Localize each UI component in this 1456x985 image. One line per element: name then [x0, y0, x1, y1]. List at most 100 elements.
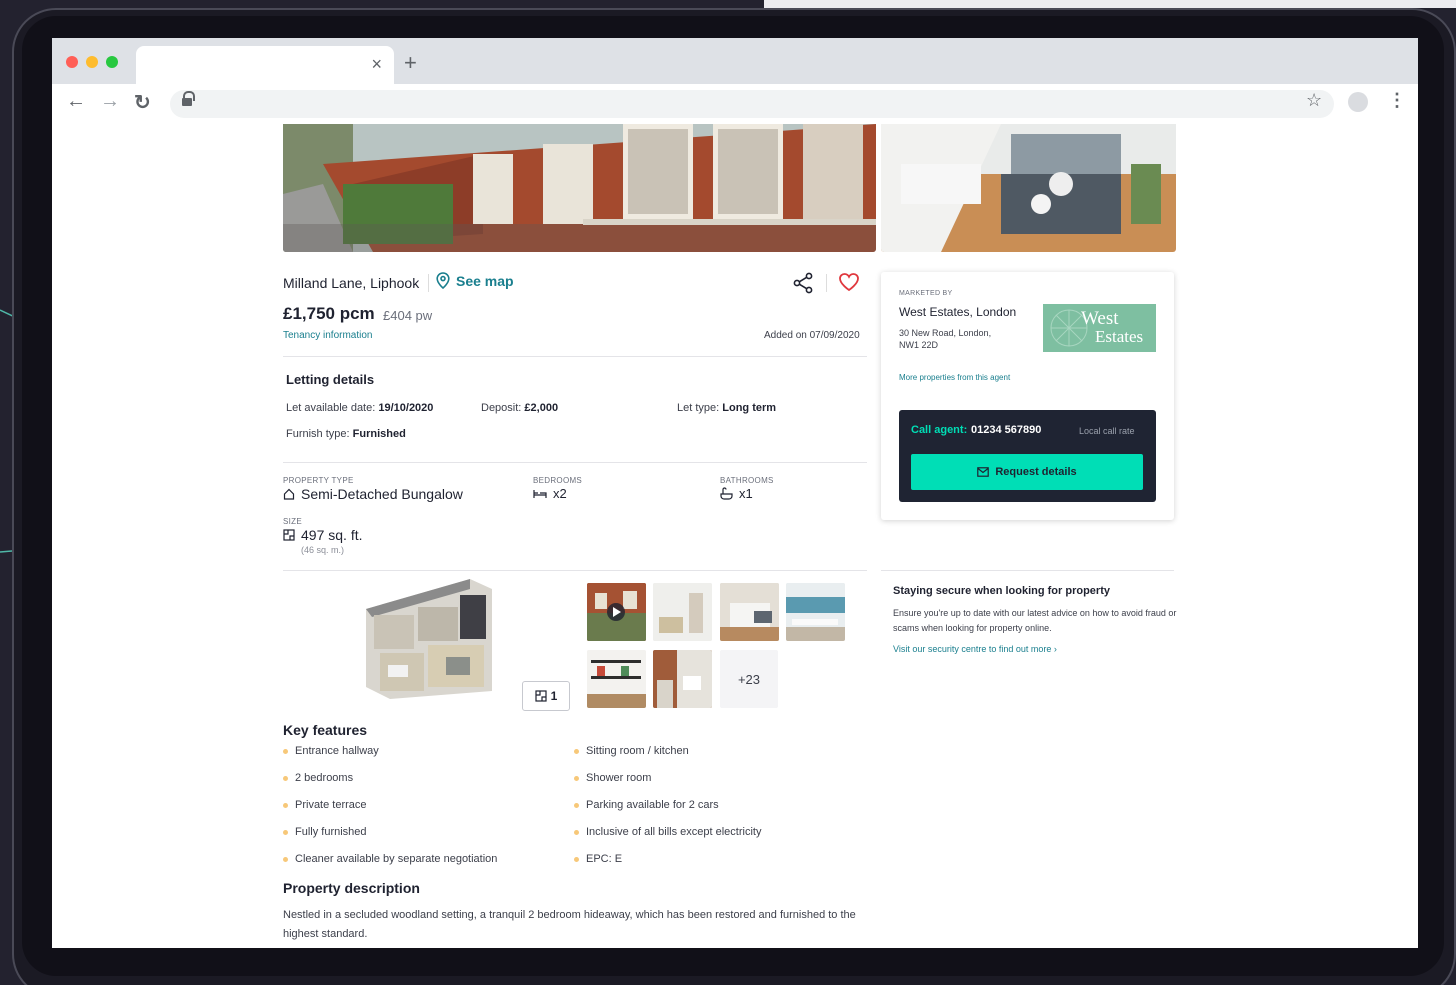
bullet	[283, 803, 288, 808]
furnish-type: Furnish type: Furnished	[286, 428, 406, 440]
security-title: Staying secure when looking for property	[893, 585, 1110, 597]
property-type: Semi-Detached Bungalow	[283, 486, 463, 502]
more-photos-button[interactable]: +23	[720, 650, 778, 708]
profile-avatar[interactable]	[1348, 92, 1368, 112]
call-agent-label: Call agent:	[911, 424, 968, 436]
close-window-dot[interactable]	[66, 56, 78, 68]
feature-item: Private terrace	[295, 799, 367, 811]
page-content: Milland Lane, Liphook See map £1,750 pcm…	[52, 124, 1418, 948]
gallery-thumb[interactable]	[653, 650, 712, 708]
request-details-label: Request details	[995, 466, 1077, 478]
divider	[283, 462, 867, 463]
rent-price: £1,750 pcm	[283, 304, 375, 323]
agent-logo[interactable]: West Estates	[1043, 304, 1156, 352]
floor-area-icon	[283, 529, 295, 541]
bath-icon	[720, 487, 733, 500]
logo-text-1: West	[1081, 308, 1119, 329]
agent-card: MARKETED BY West Estates, London 30 New …	[881, 272, 1174, 520]
size-metric: (46 sq. m.)	[301, 545, 345, 555]
minimize-window-dot[interactable]	[86, 56, 98, 68]
tenancy-info-link[interactable]: Tenancy information	[283, 330, 373, 341]
floorplan-button[interactable]: 1	[522, 681, 570, 711]
bullet	[574, 803, 579, 808]
gallery-thumb[interactable]	[720, 583, 779, 641]
deposit: Deposit: £2,000	[481, 402, 559, 414]
feature-item: Entrance hallway	[295, 745, 379, 757]
tab-close-icon[interactable]: ×	[371, 54, 382, 75]
address-bar[interactable]	[170, 90, 1334, 118]
main-property-photo[interactable]	[283, 124, 876, 252]
floorplan-image[interactable]	[360, 579, 492, 699]
gallery-thumb[interactable]	[653, 583, 712, 641]
feature-item: 2 bedrooms	[295, 772, 354, 784]
gallery-thumb[interactable]	[587, 650, 646, 708]
property-description-title: Property description	[283, 880, 420, 896]
divider	[283, 356, 867, 357]
gallery-thumb-video[interactable]	[587, 583, 646, 641]
address-divider	[428, 274, 429, 292]
agent-phone[interactable]: 01234 567890	[971, 424, 1041, 436]
agent-name[interactable]: West Estates, London	[899, 305, 1016, 319]
divider	[283, 570, 867, 571]
bullet	[283, 830, 288, 835]
property-address: Milland Lane, Liphook	[283, 275, 420, 291]
bullet	[574, 749, 579, 754]
rent-per-week: £404 pw	[383, 308, 433, 323]
property-description-text: Nestled in a secluded woodland setting, …	[283, 909, 856, 940]
key-features-title: Key features	[283, 722, 368, 738]
backdrop-strip	[764, 0, 1456, 8]
bedrooms-label: BEDROOMS	[533, 476, 583, 485]
browser-tab[interactable]: ×	[136, 46, 394, 84]
back-icon[interactable]: ←	[66, 90, 86, 113]
marketed-by-label: MARKETED BY	[899, 290, 953, 297]
new-tab-icon[interactable]: +	[404, 50, 417, 76]
feature-item: EPC: E	[586, 853, 623, 865]
maximize-window-dot[interactable]	[106, 56, 118, 68]
see-map-label: See map	[456, 272, 514, 289]
feature-item: Fully furnished	[295, 826, 367, 838]
bullet	[574, 776, 579, 781]
feature-item: Sitting room / kitchen	[586, 745, 689, 757]
bullet	[283, 749, 288, 754]
browser-toolbar: ← → ↻ ☆ ⋮	[52, 84, 1418, 124]
tab-strip: × +	[52, 38, 1418, 84]
feature-item: Parking available for 2 cars	[586, 799, 719, 811]
favourite-heart-icon[interactable]	[838, 272, 860, 292]
bullet	[283, 776, 288, 781]
browser-window: × + ← → ↻ ☆ ⋮ Milland Lane, Liphook See …	[52, 38, 1418, 948]
house-icon	[283, 488, 295, 500]
reload-icon[interactable]: ↻	[134, 90, 151, 115]
forward-icon[interactable]: →	[100, 90, 120, 113]
feature-item: Shower room	[586, 772, 652, 784]
property-type-label: PROPERTY TYPE	[283, 476, 354, 485]
added-date: Added on 07/09/2020	[764, 330, 860, 341]
more-properties-link[interactable]: More properties from this agent	[899, 373, 1010, 382]
see-map-link[interactable]: See map	[436, 272, 514, 289]
request-details-button[interactable]: Request details	[911, 454, 1143, 490]
security-body: Ensure you're up to date with our latest…	[893, 608, 1177, 633]
letting-details-title: Letting details	[286, 372, 375, 387]
map-pin-icon	[436, 272, 450, 289]
gallery-thumb[interactable]	[786, 583, 845, 641]
let-type: Let type: Long term	[677, 402, 777, 414]
security-centre-link[interactable]: Visit our security centre to find out mo…	[893, 644, 1057, 654]
call-agent-panel: Call agent: 01234 567890 Local call rate…	[899, 410, 1156, 502]
floorplan-icon	[535, 690, 547, 702]
bookmark-star-icon[interactable]: ☆	[1306, 90, 1322, 111]
property-size: 497 sq. ft.	[283, 527, 362, 543]
interior-photo[interactable]	[881, 124, 1176, 252]
share-icon[interactable]	[792, 272, 814, 294]
action-divider	[826, 274, 827, 292]
divider	[881, 570, 1174, 571]
logo-text-2: Estates	[1095, 327, 1144, 346]
browser-menu-icon[interactable]: ⋮	[1388, 90, 1406, 111]
size-label: SIZE	[283, 517, 302, 526]
feature-item: Cleaner available by separate negotiatio…	[295, 853, 498, 865]
bedrooms: x2	[533, 486, 567, 501]
bullet	[283, 857, 288, 862]
bullet	[574, 857, 579, 862]
lock-icon	[182, 91, 195, 108]
call-rate: Local call rate	[1079, 426, 1135, 436]
bathrooms-label: BATHROOMS	[720, 476, 774, 485]
agent-address-line2: NW1 22D	[899, 340, 939, 350]
